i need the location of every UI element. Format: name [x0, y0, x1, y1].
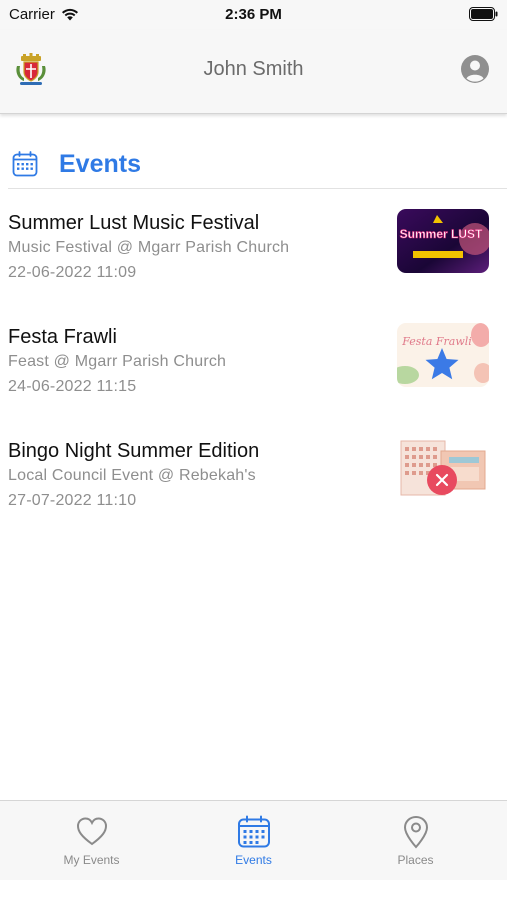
thumbnail-text: Summer LUST: [400, 227, 483, 241]
tab-label: My Events: [63, 853, 120, 867]
event-thumbnail: Summer LUST: [397, 209, 489, 273]
event-row[interactable]: Festa Frawli Feast @ Mgarr Parish Church…: [0, 323, 507, 416]
status-bar: Carrier 2:36 PM: [0, 0, 507, 30]
calendar-icon: [12, 151, 38, 177]
event-title: Festa Frawli: [8, 326, 117, 348]
status-time: 2:36 PM: [225, 6, 282, 23]
tab-bar: My Events Events Places: [0, 800, 507, 880]
map-pin-icon: [403, 815, 428, 849]
events-section-header: Events: [0, 140, 507, 190]
battery-icon: [469, 7, 498, 21]
event-row[interactable]: Bingo Night Summer Edition Local Council…: [0, 437, 507, 530]
event-subtitle: Feast @ Mgarr Parish Church: [8, 353, 227, 370]
event-subtitle: Music Festival @ Mgarr Parish Church: [8, 239, 290, 256]
tab-label: Events: [235, 853, 272, 867]
favorite-star-icon[interactable]: [424, 346, 460, 382]
section-title: Events: [59, 150, 141, 178]
event-datetime: 22-06-2022 11:09: [8, 264, 137, 281]
tab-places[interactable]: Places: [331, 801, 500, 881]
event-datetime: 27-07-2022 11:10: [8, 492, 137, 509]
tab-my-events[interactable]: My Events: [7, 801, 176, 881]
profile-icon[interactable]: [460, 54, 490, 84]
event-title: Bingo Night Summer Edition: [8, 440, 260, 462]
event-datetime: 24-06-2022 11:15: [8, 378, 137, 395]
event-row[interactable]: Summer Lust Music Festival Music Festiva…: [0, 209, 507, 302]
tab-label: Places: [397, 853, 434, 867]
tab-events[interactable]: Events: [169, 801, 338, 881]
calendar-icon: [237, 815, 270, 848]
remove-icon[interactable]: [426, 464, 458, 496]
section-divider: [8, 188, 507, 189]
app-header: John Smith: [0, 30, 507, 114]
event-title: Summer Lust Music Festival: [8, 212, 260, 234]
home-indicator-area: [0, 880, 507, 900]
event-subtitle: Local Council Event @ Rebekah's: [8, 467, 256, 484]
user-name: John Smith: [203, 58, 304, 80]
heart-icon: [76, 817, 107, 846]
